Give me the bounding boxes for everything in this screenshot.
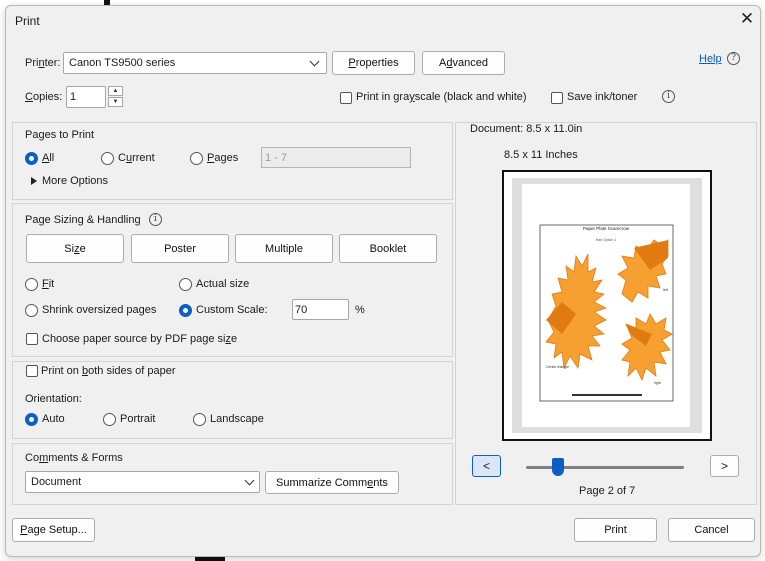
thumbnail-footer-text [572, 394, 642, 396]
chevron-down-icon [309, 56, 320, 67]
copies-up-button[interactable]: ▲ [108, 86, 123, 96]
info-icon[interactable]: i [662, 90, 675, 103]
orientation-label: Orientation: [25, 393, 82, 405]
comments-title: Comments & Forms [25, 452, 123, 464]
comments-value: Document [31, 476, 82, 488]
save-ink-label: Save ink/toner [567, 91, 638, 103]
all-pages-label: All [42, 152, 55, 164]
portrait-label: Portrait [120, 413, 156, 425]
pages-range-input[interactable]: 1 - 7 [261, 147, 411, 168]
page-thumbnail: Paper Plate Scarecrow Hair Option 1 left… [539, 224, 674, 402]
custom-scale-input[interactable]: 70 [292, 299, 349, 320]
custom-scale-radio[interactable] [179, 304, 192, 317]
summarize-comments-button[interactable]: Summarize Comm e nts [265, 471, 399, 494]
properties-button[interactable]: Properties [332, 51, 415, 75]
size-tab-button[interactable]: Si z e [26, 234, 124, 263]
expand-triangle-icon[interactable] [31, 177, 37, 185]
save-ink-checkbox[interactable] [551, 92, 563, 104]
shrink-radio[interactable] [25, 304, 38, 317]
landscape-label: Landscape [210, 413, 264, 425]
comments-select[interactable]: Document [25, 471, 260, 493]
auto-orientation-label: Auto [42, 413, 65, 425]
page-status: Page 2 of 7 [579, 485, 636, 497]
thumbnail-title: Paper Plate Scarecrow [583, 226, 630, 231]
poster-tab-button[interactable]: Poster [131, 234, 229, 263]
copies-input[interactable]: 1 [66, 86, 106, 108]
next-page-button[interactable]: > [710, 455, 739, 477]
sizing-info-icon[interactable]: i [149, 213, 162, 226]
thumbnail-label-center: Center triangle [546, 365, 569, 369]
help-link[interactable]: Help [699, 53, 722, 65]
document-size-label: Document: 8.5 x 11.0in [470, 123, 583, 135]
printer-label: Printer: [25, 57, 61, 69]
booklet-tab-button[interactable]: Booklet [339, 234, 437, 263]
current-page-radio[interactable] [101, 152, 114, 165]
copies-label: Copies: [25, 91, 63, 103]
both-sides-label: Print on both sides of paper [41, 365, 176, 377]
chevron-down-icon [244, 475, 255, 486]
thumbnail-label-left: left [663, 288, 668, 292]
close-icon[interactable]: ✕ [737, 10, 757, 30]
percent-sign: % [355, 304, 365, 316]
paper-source-checkbox[interactable] [26, 333, 38, 345]
print-button[interactable]: Print [574, 518, 657, 542]
actual-size-radio[interactable] [179, 278, 192, 291]
actual-size-label: Actual size [196, 278, 250, 290]
help-icon[interactable]: ? [727, 52, 740, 65]
pages-to-print-title: Pages to Print [25, 129, 95, 141]
advanced-button[interactable]: Advanced [422, 51, 505, 75]
current-page-label: Current [118, 152, 155, 164]
custom-scale-value: 70 [295, 304, 308, 316]
pages-range-radio[interactable] [190, 152, 203, 165]
printer-select[interactable]: Canon TS9500 series [63, 52, 327, 74]
pages-range-placeholder: 1 - 7 [265, 152, 288, 164]
grayscale-label: Print in grayscale (black and white) [356, 91, 527, 103]
copies-value: 1 [70, 91, 77, 103]
auto-orientation-radio[interactable] [25, 413, 38, 426]
multiple-tab-button[interactable]: Multiple [235, 234, 333, 263]
page-preview: Paper Plate Scarecrow Hair Option 1 left… [502, 170, 712, 441]
page-sizing-title: Page Sizing & Handling [25, 214, 141, 226]
dialog-title: Print [15, 14, 40, 28]
preview-paper-area: Paper Plate Scarecrow Hair Option 1 left… [512, 178, 702, 433]
landscape-radio[interactable] [193, 413, 206, 426]
shrink-label: Shrink oversized pages [42, 304, 157, 316]
all-pages-radio[interactable] [25, 152, 38, 165]
thumbnail-subtitle: Hair Option 1 [596, 238, 617, 242]
pages-range-label: Pages [207, 152, 239, 164]
both-sides-checkbox[interactable] [26, 365, 38, 377]
portrait-radio[interactable] [103, 413, 116, 426]
grayscale-checkbox[interactable] [340, 92, 352, 104]
cancel-button[interactable]: Cancel [668, 518, 755, 542]
page-slider-thumb[interactable] [551, 458, 564, 476]
more-options-label[interactable]: More Options [42, 175, 108, 187]
paper-size-label: 8.5 x 11 Inches [504, 149, 578, 161]
print-dialog: Print ✕ Printer: Canon TS9500 series Pro… [5, 5, 761, 557]
printer-value: Canon TS9500 series [69, 57, 176, 69]
custom-scale-label: Custom Scale: [196, 304, 268, 316]
preview-page: Paper Plate Scarecrow Hair Option 1 left… [522, 184, 690, 427]
previous-page-button[interactable]: < [472, 455, 501, 477]
page-setup-button[interactable]: Page Setup... [12, 518, 95, 542]
paper-source-label: Choose paper source by PDF page size [42, 333, 238, 345]
fit-radio[interactable] [25, 278, 38, 291]
copies-down-button[interactable]: ▼ [108, 97, 123, 107]
fit-label: Fit [42, 278, 55, 290]
thumbnail-label-right: right [654, 381, 661, 385]
page-slider-track[interactable] [526, 466, 684, 469]
